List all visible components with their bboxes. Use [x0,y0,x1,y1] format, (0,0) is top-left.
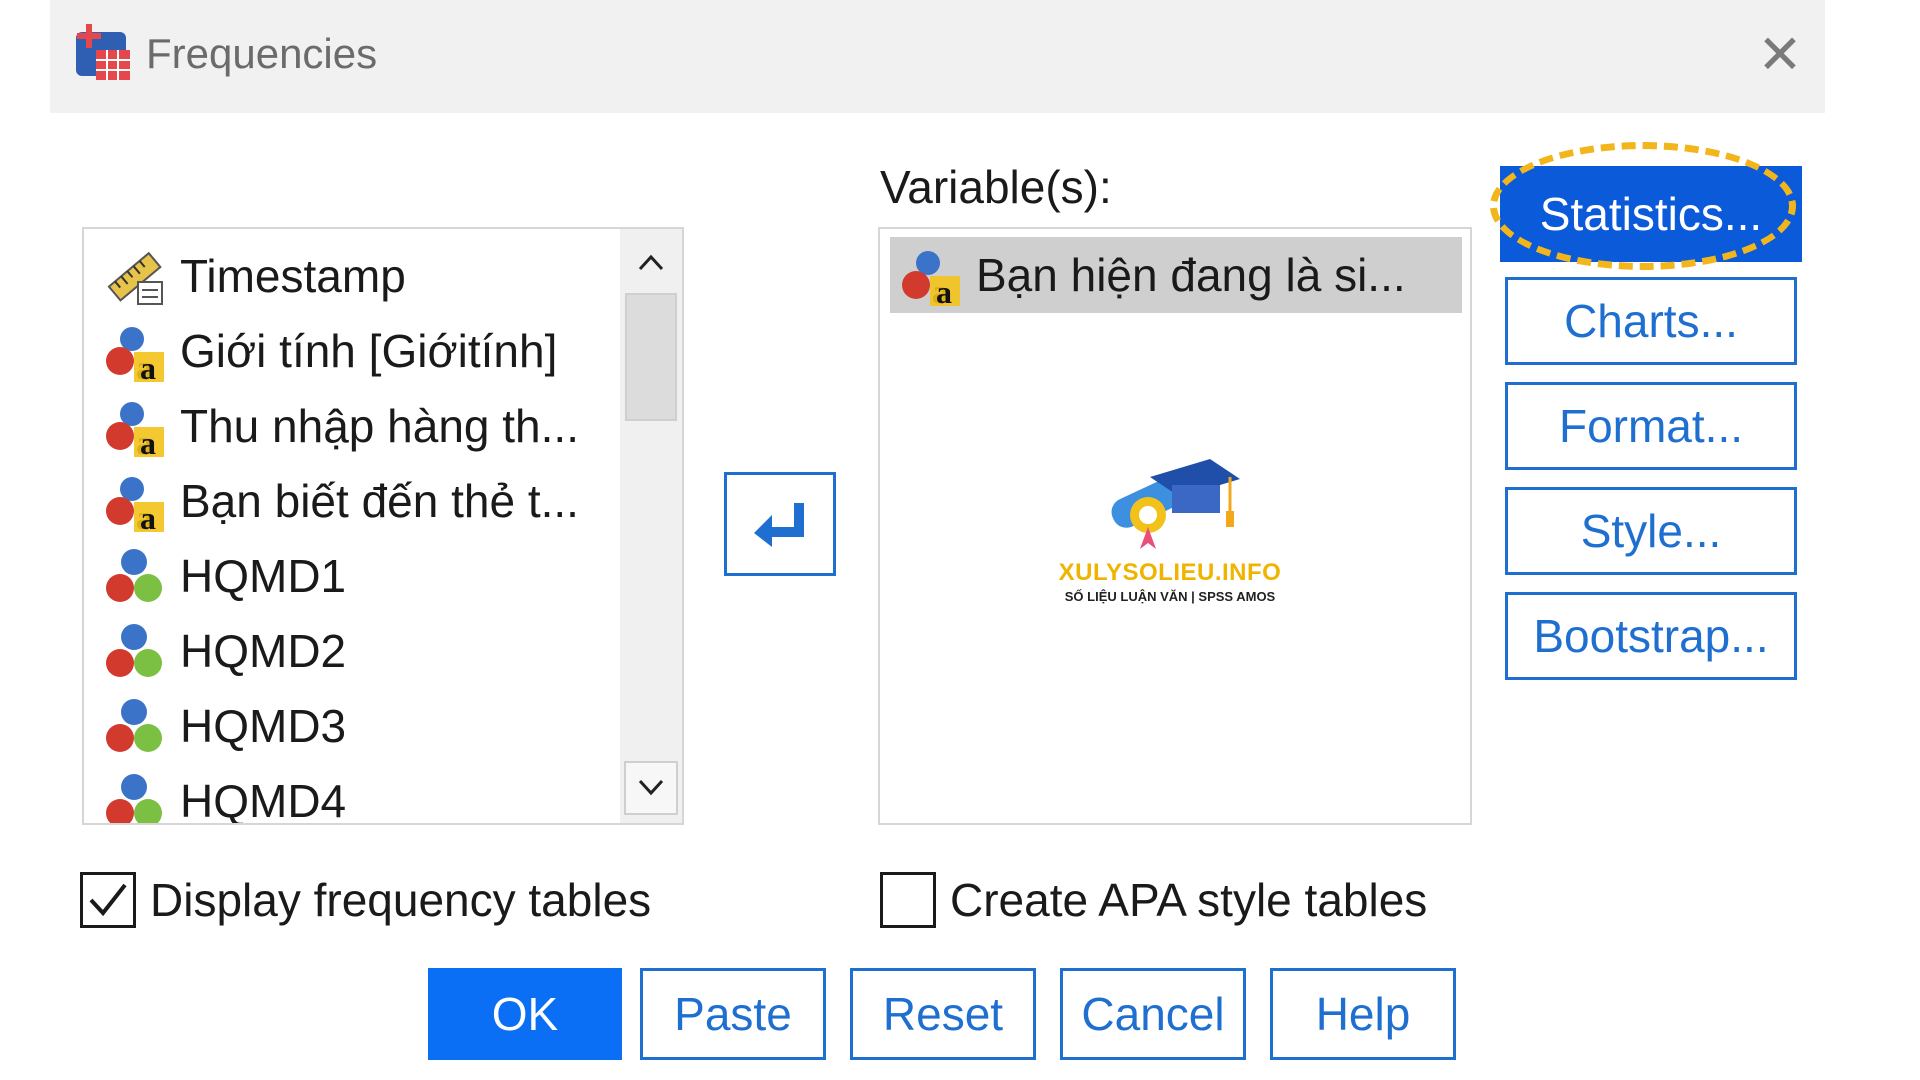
list-item-label: HQMD3 [180,700,347,752]
statistics-button[interactable]: Statistics... [1500,166,1802,262]
display-frequency-tables-checkbox[interactable] [80,872,136,928]
target-variable-list[interactable]: Bạn hiện đang là si... XULYSOLIEU.INFO S… [878,227,1472,825]
create-apa-tables-checkbox[interactable] [880,872,936,928]
list-item-label: Thu nhập hàng th... [180,400,579,452]
display-frequency-tables-label: Display frequency tables [150,874,652,926]
list-item[interactable]: HQMD2 [102,616,346,686]
list-item[interactable]: HQMD3 [102,691,346,761]
help-button[interactable]: Help [1270,968,1456,1060]
scrollbar-thumb[interactable] [625,293,677,421]
list-item[interactable]: Thu nhập hàng th... [102,391,579,461]
list-item-label: Bạn biết đến thẻ t... [180,475,579,527]
variables-label: Variable(s): [880,161,1112,213]
source-variable-list[interactable]: Timestamp Giới tính [Giớitính] Thu nhập … [82,227,684,825]
arrow-left-icon [754,503,804,547]
watermark-logo: XULYSOLIEU.INFO SỐ LIỆU LUẬN VĂN | SPSS … [1000,449,1340,629]
charts-button[interactable]: Charts... [1505,277,1797,365]
list-item[interactable]: Timestamp [102,241,406,311]
close-button[interactable]: ✕ [1750,26,1810,86]
title-bar: Frequencies ✕ [50,0,1825,113]
list-item[interactable]: HQMD1 [102,541,346,611]
nominal-string-icon [102,469,166,533]
list-item[interactable]: HQMD4 [102,766,347,825]
list-item-label: HQMD2 [180,625,347,677]
bootstrap-button[interactable]: Bootstrap... [1505,592,1797,680]
list-item[interactable]: Bạn biết đến thẻ t... [102,466,579,536]
nominal-numeric-icon [102,544,166,608]
create-apa-tables-label: Create APA style tables [950,874,1428,926]
window-title: Frequencies [146,30,378,77]
scroll-up-button[interactable] [624,235,678,289]
spss-frequencies-icon [76,24,130,80]
watermark-subtitle: SỐ LIỆU LUẬN VĂN | SPSS AMOS [1064,589,1276,604]
reset-button[interactable]: Reset [850,968,1036,1060]
nominal-string-icon [102,394,166,458]
chevron-up-icon [638,254,664,271]
list-item-label: HQMD1 [180,550,347,602]
ok-button[interactable]: OK [428,968,622,1060]
ruler-scale-icon [102,244,166,308]
nominal-string-icon [898,243,962,307]
paste-button[interactable]: Paste [640,968,826,1060]
graduation-cap-icon [1111,459,1240,549]
nominal-string-icon [102,319,166,383]
selected-variable-label: Bạn hiện đang là si... [976,249,1406,301]
close-icon: ✕ [1757,25,1803,85]
create-apa-tables-option[interactable]: Create APA style tables [880,872,1427,928]
chevron-down-icon [638,779,664,796]
checkmark-icon [89,883,127,917]
style-button[interactable]: Style... [1505,487,1797,575]
scroll-down-button[interactable] [624,761,678,815]
selected-variable-item[interactable]: Bạn hiện đang là si... [890,237,1462,313]
list-item-label: HQMD4 [180,775,347,825]
display-frequency-tables-option[interactable]: Display frequency tables [80,872,651,928]
nominal-numeric-icon [102,619,166,683]
list-item-label: Timestamp [180,250,406,302]
watermark-title: XULYSOLIEU.INFO [1058,559,1282,586]
cancel-button[interactable]: Cancel [1060,968,1246,1060]
list-item[interactable]: Giới tính [Giớitính] [102,316,557,386]
list-item-label: Giới tính [Giớitính] [180,325,558,377]
move-variable-button[interactable] [724,472,836,576]
nominal-numeric-icon [102,694,166,758]
format-button[interactable]: Format... [1505,382,1797,470]
nominal-numeric-icon [102,769,166,825]
